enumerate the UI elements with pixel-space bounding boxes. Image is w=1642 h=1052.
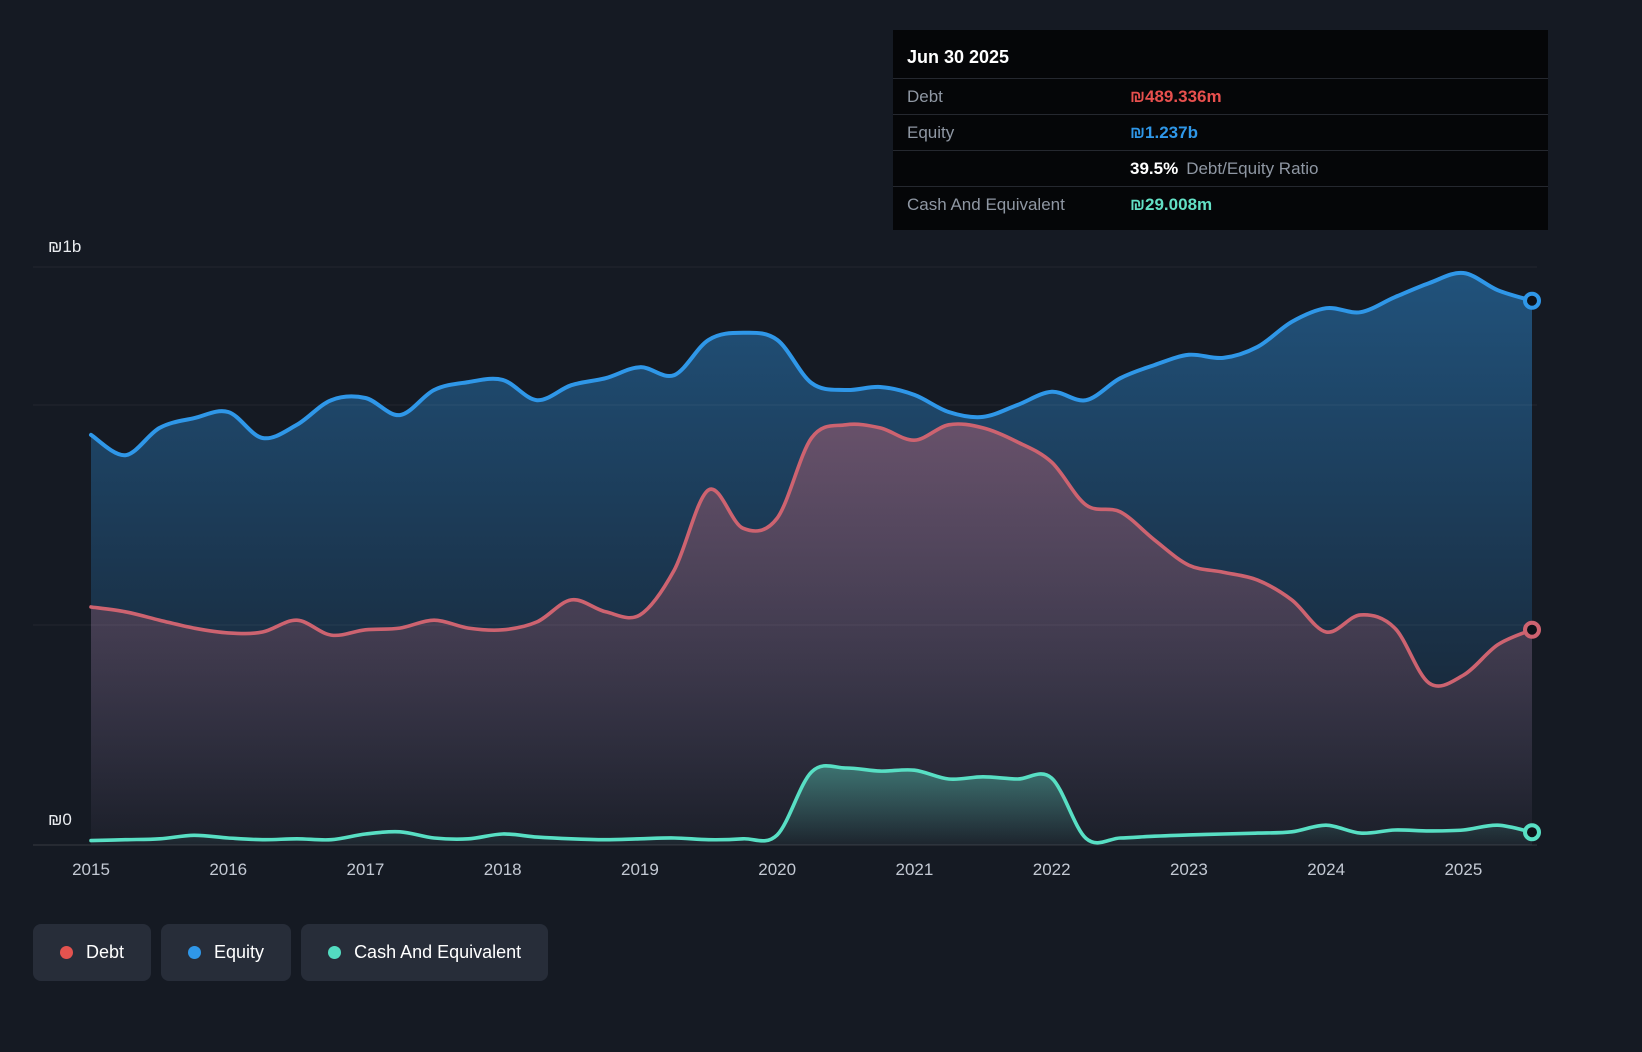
tooltip-equity-value: ₪1.237b bbox=[1130, 122, 1198, 142]
legend-item-cash[interactable]: Cash And Equivalent bbox=[301, 924, 549, 981]
x-axis: 2015 2016 2017 2018 2019 2020 2021 2022 2023 2024… bbox=[0, 860, 1642, 886]
x-tick-2017: 2017 bbox=[346, 860, 385, 879]
tooltip-ratio-label: Debt/Equity Ratio bbox=[1186, 158, 1319, 178]
debt-end-marker bbox=[1523, 620, 1541, 639]
debt-equity-history-chart: ₪1b ₪0 2015 2016 2017 2018 2019 2020 2021 2022 2… bbox=[0, 0, 1642, 1052]
x-tick-2024: 2024 bbox=[1307, 860, 1346, 879]
legend-equity-label: Equity bbox=[214, 942, 265, 962]
debt-color-dot bbox=[60, 946, 73, 959]
legend-item-debt[interactable]: Debt bbox=[33, 924, 152, 981]
chart-tooltip: Jun 30 2025 Debt ₪489.336m Equity ₪1.237… bbox=[893, 30, 1548, 230]
chart-legend: Debt Equity Cash And Equivalent bbox=[33, 924, 549, 981]
x-tick-2023: 2023 bbox=[1169, 860, 1208, 879]
tooltip-debt-row: Debt ₪489.336m bbox=[893, 78, 1548, 114]
tooltip-ratio-value: 39.5% bbox=[1130, 158, 1179, 178]
tooltip-cash-label: Cash And Equivalent bbox=[907, 194, 1065, 214]
x-tick-2025: 2025 bbox=[1444, 860, 1483, 879]
x-tick-2021: 2021 bbox=[895, 860, 934, 879]
y-axis-label-zero: ₪0 bbox=[48, 810, 72, 829]
x-tick-2015: 2015 bbox=[72, 860, 110, 879]
x-tick-2022: 2022 bbox=[1032, 860, 1071, 879]
equity-end-marker bbox=[1523, 291, 1541, 310]
legend-debt-label: Debt bbox=[86, 942, 125, 962]
tooltip-equity-label: Equity bbox=[907, 122, 955, 142]
tooltip-debt-value: ₪489.336m bbox=[1130, 86, 1222, 106]
legend-cash-label: Cash And Equivalent bbox=[354, 942, 522, 962]
tooltip-ratio-row: 39.5% Debt/Equity Ratio bbox=[893, 150, 1548, 186]
x-tick-2019: 2019 bbox=[621, 860, 659, 879]
cash-color-dot bbox=[328, 946, 342, 959]
equity-color-dot bbox=[188, 946, 202, 959]
tooltip-debt-label: Debt bbox=[907, 86, 943, 106]
tooltip-date: Jun 30 2025 bbox=[907, 46, 1010, 67]
y-axis-label-top: ₪1b bbox=[48, 237, 82, 256]
tooltip-cash-row: Cash And Equivalent ₪29.008m bbox=[893, 186, 1548, 222]
cash-and-equivalent-end-marker bbox=[1523, 823, 1541, 842]
x-tick-2020: 2020 bbox=[758, 860, 797, 879]
x-tick-2018: 2018 bbox=[483, 860, 522, 879]
tooltip-cash-value: ₪29.008m bbox=[1130, 194, 1213, 214]
tooltip-equity-row: Equity ₪1.237b bbox=[893, 114, 1548, 150]
legend-item-equity[interactable]: Equity bbox=[161, 924, 292, 981]
x-tick-2016: 2016 bbox=[209, 860, 248, 879]
